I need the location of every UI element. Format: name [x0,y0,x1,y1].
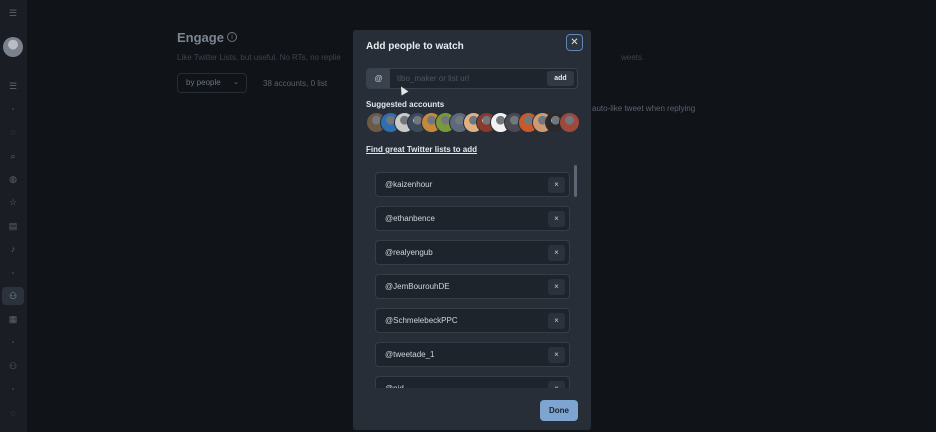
filter-dropdown[interactable]: by people ⌄ [177,73,247,93]
robot-icon[interactable]: ◍ [6,172,20,186]
account-row: @tweetade_1 × [375,342,570,367]
remove-account-button[interactable]: × [548,211,565,227]
account-handle: @ethanbence [385,214,435,223]
divider [12,272,14,274]
divider [12,108,14,110]
add-button[interactable]: add [547,71,574,86]
bell-icon[interactable]: ♪ [6,242,20,256]
close-icon: ✕ [570,37,579,48]
account-row: @JemBourouhDE × [375,274,570,299]
info-icon[interactable]: i [227,32,237,42]
app-root: ☰ ☰ ◌ ⌕ ◍ ☆ ▤ ♪ ⚇ ▦ ⚇ ◌ Engage i Like Tw… [0,0,936,432]
handle-input-row: @ add [366,68,578,89]
close-button[interactable]: ✕ [566,34,583,51]
account-handle: @JemBourouhDE [385,282,450,291]
page-subtitle: Like Twitter Lists, but useful. No RTs, … [177,53,341,62]
menu-icon[interactable]: ☰ [6,6,20,20]
lightbulb-icon[interactable]: ◌ [6,406,20,420]
list-icon[interactable]: ☰ [6,79,20,93]
modal-title: Add people to watch [366,41,464,52]
account-row: @kaizenhour × [375,172,570,197]
remove-account-button[interactable]: × [548,347,565,363]
account-row: @njd × [375,376,570,388]
database-icon[interactable]: ▤ [6,219,20,233]
account-row: @realyengub × [375,240,570,265]
account-row: @ethanbence × [375,206,570,231]
sidebar: ☰ ☰ ◌ ⌕ ◍ ☆ ▤ ♪ ⚇ ▦ ⚇ ◌ [0,0,27,432]
account-count: 38 accounts, 0 list [263,79,328,88]
suggested-avatar[interactable] [559,112,581,133]
account-row: @SchmelebeckPPC × [375,308,570,333]
scrollbar[interactable] [574,165,577,197]
account-handle: @realyengub [385,248,433,257]
account-handle: @kaizenhour [385,180,433,189]
account-list[interactable]: @kaizenhour × @ethanbence × @realyengub × @Jem… [366,163,576,388]
at-prefix: @ [367,69,390,88]
filter-label: by people [186,78,221,87]
group-icon[interactable]: ⚇ [6,359,20,373]
remove-account-button[interactable]: × [548,381,565,388]
auto-like-note: auto-like tweet when replying [592,104,696,113]
divider [12,388,14,390]
document-icon[interactable]: ▦ [6,312,20,326]
suggested-avatars [366,112,581,134]
suggested-accounts-label: Suggested accounts [366,100,445,109]
remove-account-button[interactable]: × [548,177,565,193]
remove-account-button[interactable]: × [548,279,565,295]
handle-input[interactable] [397,69,542,88]
remove-account-button[interactable]: × [548,313,565,329]
page-subtitle-tail: weets. [621,53,645,62]
add-people-modal: Add people to watch ✕ @ add Suggested ac… [353,30,591,430]
chevron-down-icon: ⌄ [233,79,239,86]
account-handle: @njd [385,384,404,388]
account-handle: @SchmelebeckPPC [385,316,458,325]
done-button[interactable]: Done [540,400,578,421]
star-icon[interactable]: ☆ [6,195,20,209]
search-icon[interactable]: ⌕ [6,149,20,163]
remove-account-button[interactable]: × [548,245,565,261]
find-lists-link[interactable]: Find great Twitter lists to add [366,145,477,154]
avatar[interactable] [3,37,23,57]
people-icon[interactable]: ⚇ [6,289,20,303]
lightbulb-icon[interactable]: ◌ [6,125,20,139]
page-title: Engage [177,30,224,45]
account-handle: @tweetade_1 [385,350,435,359]
divider [12,341,14,343]
